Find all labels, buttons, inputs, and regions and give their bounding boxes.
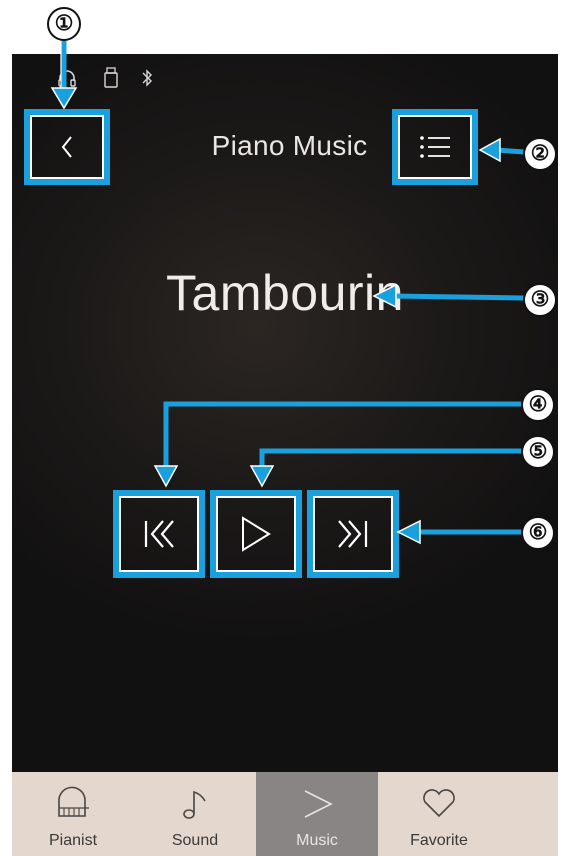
callout-arrows: [50, 37, 527, 545]
callout-4: ④: [521, 388, 555, 422]
callout-1: ①: [47, 7, 81, 41]
callout-2: ②: [523, 137, 557, 171]
callout-6: ⑥: [521, 516, 555, 550]
callout-3: ③: [523, 283, 557, 317]
callout-5: ⑤: [521, 435, 555, 469]
